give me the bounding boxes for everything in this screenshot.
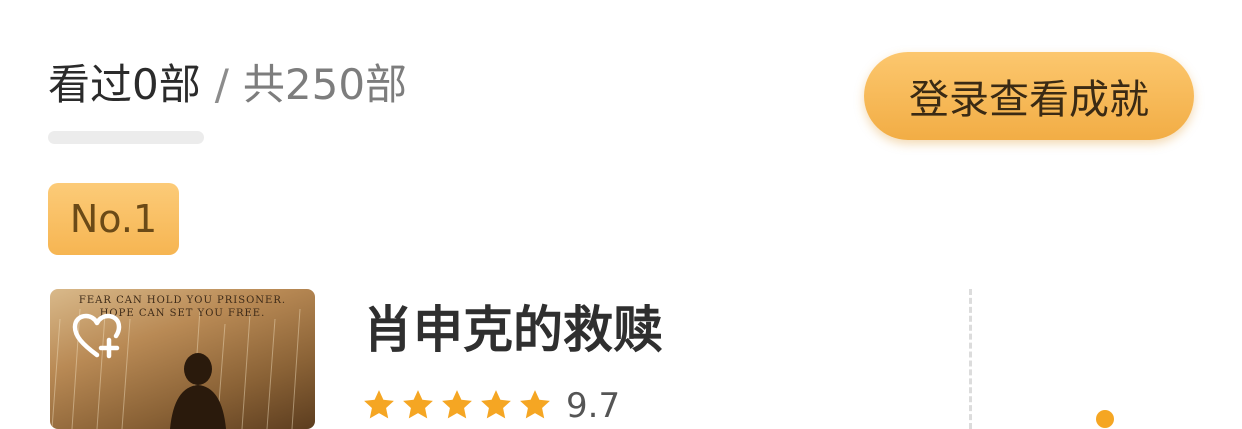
star-icon — [364, 390, 394, 419]
rating-score: 9.7 — [566, 386, 621, 426]
star-icon — [442, 390, 472, 419]
movie-title[interactable]: 肖申克的救赎 — [363, 297, 663, 363]
rank-badge: No.1 — [48, 183, 179, 255]
total-count: 共250部 — [242, 60, 408, 109]
action-indicator[interactable] — [1096, 410, 1114, 428]
poster-figure — [170, 353, 226, 429]
dashed-divider — [969, 289, 972, 429]
progress-separator: / — [214, 60, 229, 109]
progress-bar — [48, 131, 204, 144]
movie-poster[interactable]: FEAR CAN HOLD YOU PRISONER. HOPE CAN SET… — [50, 289, 315, 429]
login-view-achievements-button[interactable]: 登录查看成就 — [864, 52, 1194, 140]
star-icon — [520, 390, 550, 419]
star-icon — [403, 390, 433, 419]
poster-tagline-1: FEAR CAN HOLD YOU PRISONER. — [78, 295, 287, 306]
heart-plus-icon[interactable] — [72, 313, 122, 359]
star-icon — [481, 390, 511, 419]
watch-progress-text: 看过0部 / 共250部 — [48, 58, 407, 112]
rating-stars — [362, 388, 552, 422]
seen-count: 看过0部 — [48, 60, 201, 109]
